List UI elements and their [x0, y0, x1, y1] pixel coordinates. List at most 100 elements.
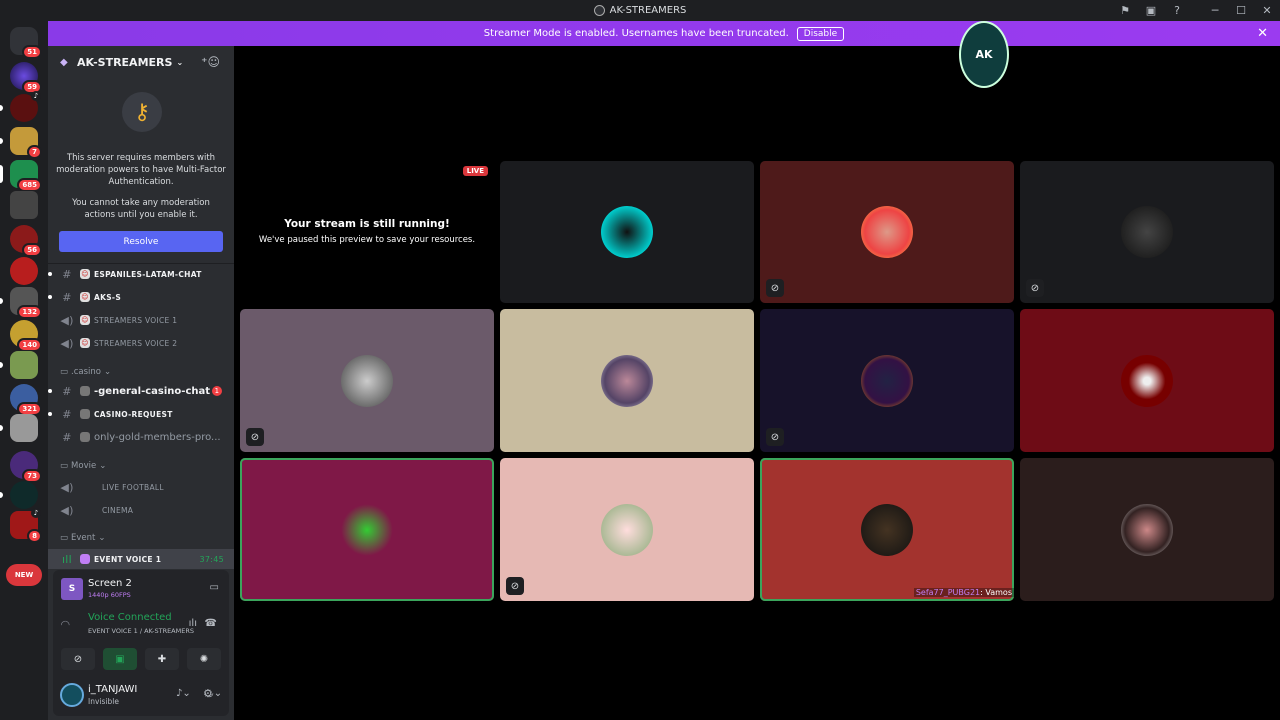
channel-streamers-voice-2[interactable]: ◀) ☺ STREAMERS VOICE 2 — [48, 333, 234, 353]
resolve-button[interactable]: Resolve — [59, 231, 223, 252]
screen-share-icon[interactable]: ▣ — [1138, 4, 1164, 17]
emoji-icon — [80, 409, 90, 419]
camera-off-button[interactable]: ⊘ — [61, 648, 95, 670]
share-screen-button[interactable]: ▣ — [103, 648, 137, 670]
paused-title: Your stream is still running! — [284, 218, 450, 230]
maximize-button[interactable]: ☐ — [1228, 4, 1254, 17]
speaker-icon: ◀) — [60, 336, 74, 350]
server-icon[interactable]: 56 — [10, 225, 42, 257]
participant-tile[interactable]: ⊘ — [760, 161, 1014, 303]
folder-icon: ▭ — [60, 367, 69, 377]
channel-general-casino-chat[interactable]: # -general-casino-chat 1 — [48, 381, 234, 401]
channel-name: STREAMERS VOICE 2 — [94, 338, 178, 348]
server-icon[interactable]: 59 — [10, 62, 42, 94]
channel-name: CINEMA — [102, 505, 134, 515]
badge: 56 — [22, 243, 42, 257]
channel-only-gold-members[interactable]: # only-gold-members-pro... — [48, 427, 234, 447]
channel-casino-request[interactable]: # CASINO-REQUEST — [48, 404, 234, 424]
server-icon[interactable]: ♪ — [0, 91, 41, 122]
soundboard-button[interactable]: ✺ — [187, 648, 221, 670]
avatar[interactable] — [60, 683, 84, 707]
category-label: Event — [71, 533, 96, 543]
minimize-button[interactable]: ─ — [1202, 4, 1228, 17]
server-icon[interactable]: 685 — [0, 160, 42, 192]
server-icon — [593, 5, 605, 16]
microphone-icon[interactable]: ♪⌄ — [176, 688, 191, 699]
participant-tile[interactable]: ⊘ — [1020, 161, 1274, 303]
badge: 51 — [22, 45, 42, 59]
new-badge[interactable]: NEW — [6, 564, 42, 586]
server-icon[interactable] — [10, 191, 38, 219]
avatar — [601, 206, 653, 258]
channel-event-voice-1[interactable]: ıll EVENT VOICE 1 37:45 — [48, 549, 234, 569]
server-icon[interactable] — [0, 481, 38, 509]
participant-tile[interactable] — [1020, 458, 1274, 601]
close-window-button[interactable]: ✕ — [1254, 4, 1280, 17]
user-name[interactable]: i_TANJAWI — [88, 684, 137, 695]
home-button[interactable]: 51 — [10, 27, 42, 59]
activities-button[interactable]: ✚ — [145, 648, 179, 670]
voice-connection: ◜◝ Voice Connected EVENT VOICE 1 / AK-ST… — [61, 612, 221, 642]
help-icon[interactable]: ? — [1164, 4, 1190, 17]
participant-tile[interactable] — [500, 309, 754, 452]
inbox-icon[interactable]: ⚑ — [1112, 4, 1138, 17]
category-event[interactable]: ▭ Event ⌄ — [60, 533, 106, 543]
avatar — [601, 354, 653, 407]
channel-name: AKS-S — [94, 292, 122, 302]
channel-streamers-voice-1[interactable]: ◀) ☺ STREAMERS VOICE 1 — [48, 310, 234, 330]
stop-stream-icon[interactable]: ▭ — [210, 582, 219, 593]
participant-tile[interactable]: Sefa77_PUBG21: Vamos — [760, 458, 1014, 601]
category-label: .casino — [71, 367, 101, 377]
server-name: AK-STREAMERS — [77, 55, 173, 69]
invite-people-icon[interactable]: ⁺☺ — [201, 55, 220, 69]
close-icon[interactable]: ✕ — [1257, 26, 1268, 41]
participant-tile[interactable] — [1020, 309, 1274, 452]
voice-location[interactable]: EVENT VOICE 1 / AK-STREAMERS — [88, 627, 194, 635]
channel-aks-s[interactable]: # ☺ AKS-S — [48, 287, 234, 307]
server-icon[interactable]: 7 — [0, 127, 42, 159]
speaker-icon: ıll — [61, 552, 73, 566]
participant-tile[interactable] — [240, 458, 494, 601]
avatar — [601, 503, 653, 556]
stream-preview[interactable]: S Screen 2 1440p 60FPS ▭ — [61, 576, 221, 602]
server-icon[interactable]: 140 — [10, 320, 42, 352]
emoji-icon — [80, 386, 90, 396]
channel-live-football[interactable]: ◀) LIVE FOOTBALL — [48, 477, 234, 497]
voice-status[interactable]: Voice Connected — [88, 612, 172, 623]
avatar — [1121, 354, 1173, 407]
avatar — [341, 503, 393, 556]
chevron-down-icon: ⌄ — [99, 461, 107, 471]
channel-name: -general-casino-chat — [94, 385, 211, 397]
server-icon[interactable]: ♪ 8 — [10, 508, 42, 543]
channel-cinema[interactable]: ◀) CINEMA — [48, 500, 234, 520]
avatar — [861, 354, 913, 407]
server-icon[interactable]: 73 — [10, 451, 42, 483]
server-icon[interactable] — [0, 351, 38, 379]
disable-button[interactable]: Disable — [796, 26, 845, 41]
server-list: 51 59 ♪ 7 685 56 132 140 321 73 ♪ 8 NEW — [0, 21, 48, 720]
title-bar: AK-STREAMERS ⚑ ▣ ? ─ ☐ ✕ — [0, 0, 1280, 21]
disconnect-icon[interactable]: ☎ — [205, 618, 217, 629]
settings-icon[interactable]: ⚙ — [203, 687, 213, 700]
server-header[interactable]: ◆ AK-STREAMERS ⌄ ⁺☺ — [48, 46, 234, 78]
muted-icon: ⊘ — [766, 428, 784, 446]
category-casino[interactable]: ▭ .casino ⌄ — [60, 367, 111, 377]
signal-icon[interactable]: ◜◝ — [61, 618, 70, 631]
participant-tile[interactable]: ⊘ — [760, 309, 1014, 452]
category-movie[interactable]: ▭ Movie ⌄ — [60, 461, 106, 471]
paused-preview[interactable]: LIVE Your stream is still running! We've… — [240, 161, 494, 303]
emoji-icon — [80, 432, 90, 442]
noise-suppression-icon[interactable]: ılı — [189, 618, 197, 629]
participant-tile[interactable]: ⊘ — [500, 458, 754, 601]
server-icon[interactable] — [0, 414, 38, 442]
participant-tile[interactable]: ⊘ — [240, 309, 494, 452]
server-icon[interactable]: 132 — [0, 287, 42, 319]
channel-name: STREAMERS VOICE 1 — [94, 315, 178, 325]
server-icon[interactable]: 321 — [10, 384, 42, 416]
emoji-icon: ☺ — [80, 292, 90, 302]
participant-tile[interactable] — [500, 161, 754, 303]
server-icon[interactable] — [10, 257, 38, 285]
badge: 685 — [17, 178, 42, 192]
speaker-icon: ◀) — [60, 313, 74, 327]
channel-espaniles-latam-chat[interactable]: # ☺ ESPANILES-LATAM-CHAT — [48, 264, 234, 284]
